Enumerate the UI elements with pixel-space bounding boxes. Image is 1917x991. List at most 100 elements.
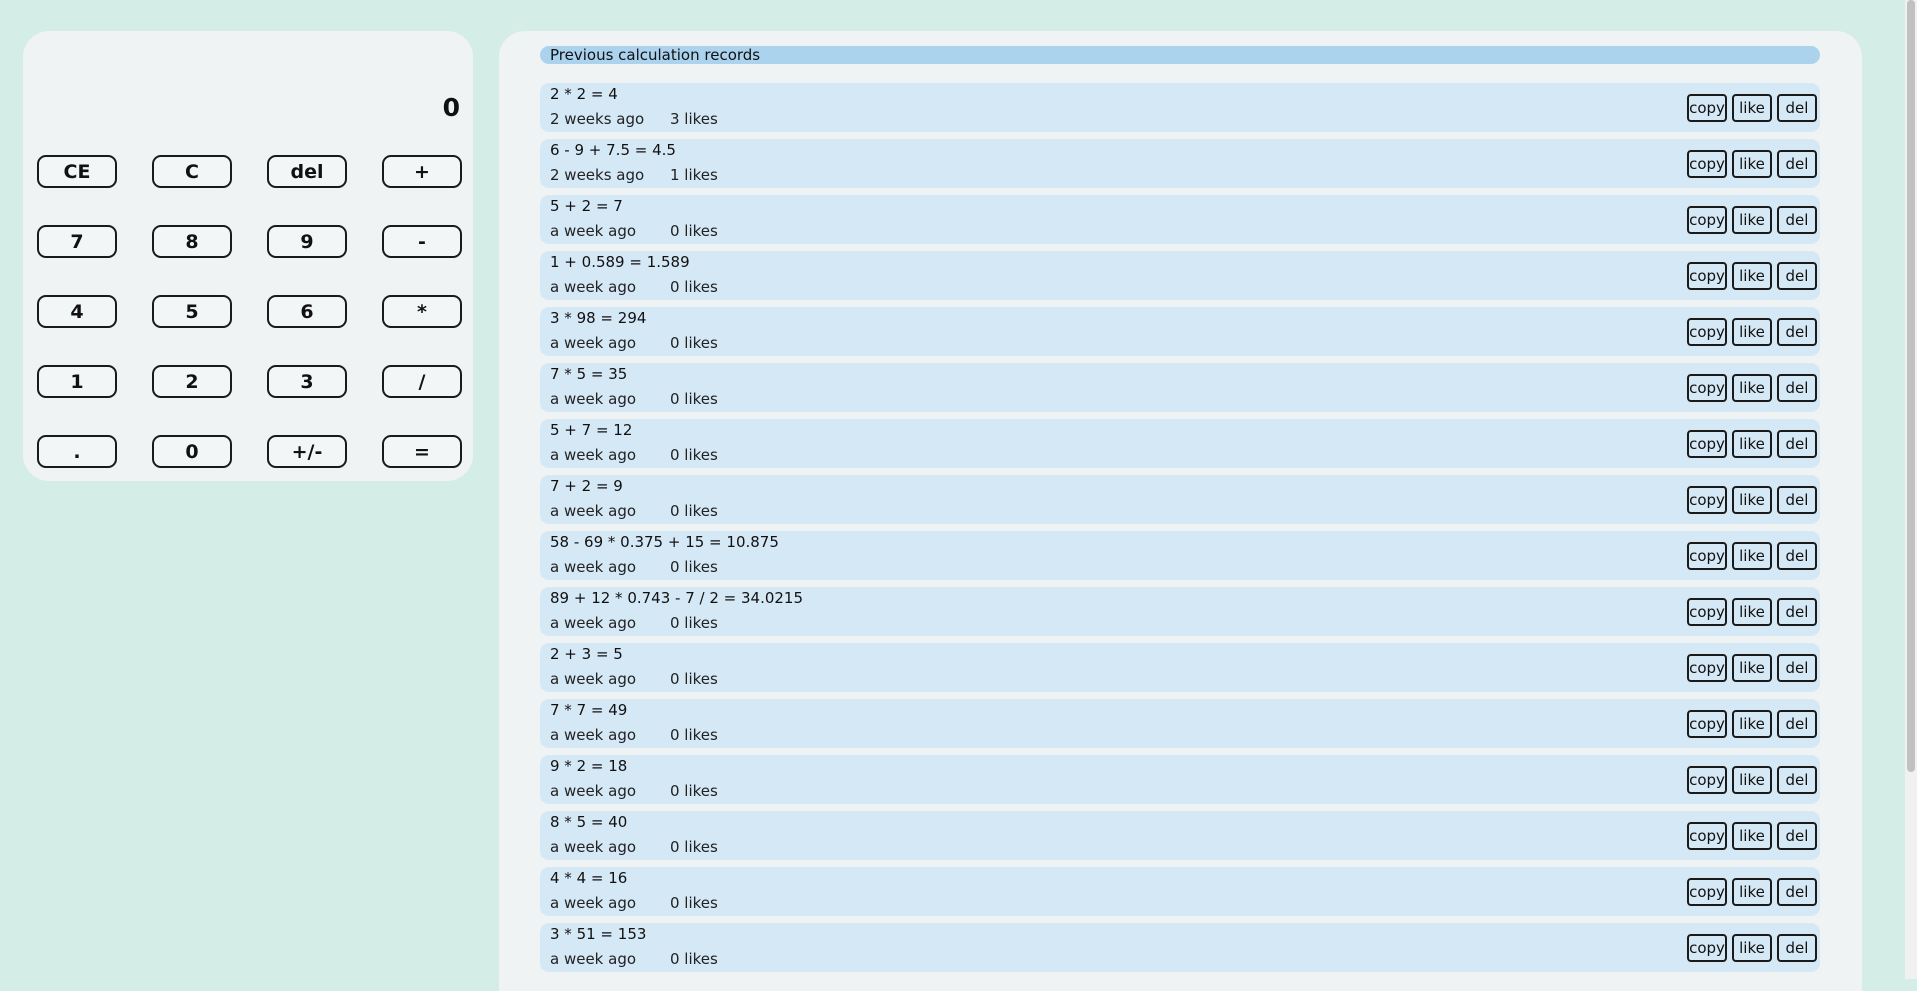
record-del-button[interactable]: del <box>1777 878 1817 906</box>
record-expression: 5 + 2 = 7 <box>550 197 623 215</box>
record-copy-button[interactable]: copy <box>1687 598 1727 626</box>
key-6-button[interactable]: 6 <box>267 295 347 328</box>
history-panel: Previous calculation records 2 * 2 = 42 … <box>499 31 1862 991</box>
record-timestamp: a week ago <box>550 390 637 408</box>
record-like-count: 0 likes <box>670 670 718 688</box>
history-record: 3 * 98 = 294 a week ago 0 likes copy like del <box>540 307 1820 356</box>
record-like-count: 0 likes <box>670 502 718 520</box>
record-del-button[interactable]: del <box>1777 318 1817 346</box>
record-timestamp: a week ago <box>550 222 637 240</box>
key-5-button[interactable]: 5 <box>152 295 232 328</box>
key-clear-button[interactable]: C <box>152 155 232 188</box>
record-like-button[interactable]: like <box>1732 150 1772 178</box>
key-negate-button[interactable]: +/- <box>267 435 347 468</box>
record-like-button[interactable]: like <box>1732 94 1772 122</box>
key-equals-button[interactable]: = <box>382 435 462 468</box>
record-del-button[interactable]: del <box>1777 934 1817 962</box>
record-like-button[interactable]: like <box>1732 878 1772 906</box>
record-timestamp: a week ago <box>550 446 637 464</box>
key-plus-button[interactable]: + <box>382 155 462 188</box>
record-copy-button[interactable]: copy <box>1687 262 1727 290</box>
key-9-button[interactable]: 9 <box>267 225 347 258</box>
record-copy-button[interactable]: copy <box>1687 374 1727 402</box>
record-like-button[interactable]: like <box>1732 766 1772 794</box>
key-7-button[interactable]: 7 <box>37 225 117 258</box>
record-like-button[interactable]: like <box>1732 654 1772 682</box>
page-scrollbar[interactable] <box>1905 0 1917 979</box>
key-8-button[interactable]: 8 <box>152 225 232 258</box>
record-like-button[interactable]: like <box>1732 822 1772 850</box>
record-del-button[interactable]: del <box>1777 262 1817 290</box>
record-copy-button[interactable]: copy <box>1687 710 1727 738</box>
record-like-button[interactable]: like <box>1732 206 1772 234</box>
record-expression: 89 + 12 * 0.743 - 7 / 2 = 34.0215 <box>550 589 804 607</box>
record-actions: copy like del <box>1687 206 1817 234</box>
record-copy-button[interactable]: copy <box>1687 654 1727 682</box>
record-copy-button[interactable]: copy <box>1687 150 1727 178</box>
record-copy-button[interactable]: copy <box>1687 94 1727 122</box>
record-timestamp: 2 weeks ago <box>550 166 645 184</box>
record-actions: copy like del <box>1687 654 1817 682</box>
record-timestamp: a week ago <box>550 670 637 688</box>
record-like-count: 0 likes <box>670 614 718 632</box>
record-copy-button[interactable]: copy <box>1687 766 1727 794</box>
record-del-button[interactable]: del <box>1777 822 1817 850</box>
record-like-button[interactable]: like <box>1732 430 1772 458</box>
record-like-count: 0 likes <box>670 558 718 576</box>
record-copy-button[interactable]: copy <box>1687 878 1727 906</box>
record-copy-button[interactable]: copy <box>1687 486 1727 514</box>
record-del-button[interactable]: del <box>1777 654 1817 682</box>
record-del-button[interactable]: del <box>1777 206 1817 234</box>
record-copy-button[interactable]: copy <box>1687 206 1727 234</box>
record-like-button[interactable]: like <box>1732 262 1772 290</box>
key-divide-button[interactable]: / <box>382 365 462 398</box>
record-like-count: 0 likes <box>670 446 718 464</box>
record-like-button[interactable]: like <box>1732 374 1772 402</box>
record-actions: copy like del <box>1687 262 1817 290</box>
key-3-button[interactable]: 3 <box>267 365 347 398</box>
record-copy-button[interactable]: copy <box>1687 542 1727 570</box>
record-del-button[interactable]: del <box>1777 766 1817 794</box>
record-like-button[interactable]: like <box>1732 486 1772 514</box>
record-del-button[interactable]: del <box>1777 150 1817 178</box>
record-expression: 4 * 4 = 16 <box>550 869 628 887</box>
record-like-button[interactable]: like <box>1732 710 1772 738</box>
scrollbar-thumb[interactable] <box>1907 0 1915 772</box>
key-multiply-button[interactable]: * <box>382 295 462 328</box>
record-actions: copy like del <box>1687 766 1817 794</box>
key-4-button[interactable]: 4 <box>37 295 117 328</box>
key-1-button[interactable]: 1 <box>37 365 117 398</box>
key-0-button[interactable]: 0 <box>152 435 232 468</box>
record-del-button[interactable]: del <box>1777 94 1817 122</box>
record-timestamp: a week ago <box>550 278 637 296</box>
key-minus-button[interactable]: - <box>382 225 462 258</box>
record-expression: 7 + 2 = 9 <box>550 477 623 495</box>
record-like-button[interactable]: like <box>1732 934 1772 962</box>
record-copy-button[interactable]: copy <box>1687 934 1727 962</box>
record-like-button[interactable]: like <box>1732 542 1772 570</box>
record-copy-button[interactable]: copy <box>1687 822 1727 850</box>
record-del-button[interactable]: del <box>1777 486 1817 514</box>
history-title: Previous calculation records <box>540 46 1820 64</box>
record-copy-button[interactable]: copy <box>1687 318 1727 346</box>
key-delete-button[interactable]: del <box>267 155 347 188</box>
history-record: 89 + 12 * 0.743 - 7 / 2 = 34.0215 a week … <box>540 587 1820 636</box>
history-record: 7 + 2 = 9 a week ago 0 likes copy like del <box>540 475 1820 524</box>
record-like-count: 0 likes <box>670 278 718 296</box>
record-actions: copy like del <box>1687 822 1817 850</box>
record-like-button[interactable]: like <box>1732 598 1772 626</box>
record-del-button[interactable]: del <box>1777 598 1817 626</box>
record-expression: 7 * 7 = 49 <box>550 701 628 719</box>
key-2-button[interactable]: 2 <box>152 365 232 398</box>
record-like-count: 0 likes <box>670 950 718 968</box>
key-clear-entry-button[interactable]: CE <box>37 155 117 188</box>
record-like-button[interactable]: like <box>1732 318 1772 346</box>
history-record: 6 - 9 + 7.5 = 4.5 2 weeks ago 1 likes copy l… <box>540 139 1820 188</box>
record-timestamp: a week ago <box>550 950 637 968</box>
record-del-button[interactable]: del <box>1777 374 1817 402</box>
key-decimal-button[interactable]: . <box>37 435 117 468</box>
record-copy-button[interactable]: copy <box>1687 430 1727 458</box>
record-del-button[interactable]: del <box>1777 430 1817 458</box>
record-del-button[interactable]: del <box>1777 542 1817 570</box>
record-del-button[interactable]: del <box>1777 710 1817 738</box>
